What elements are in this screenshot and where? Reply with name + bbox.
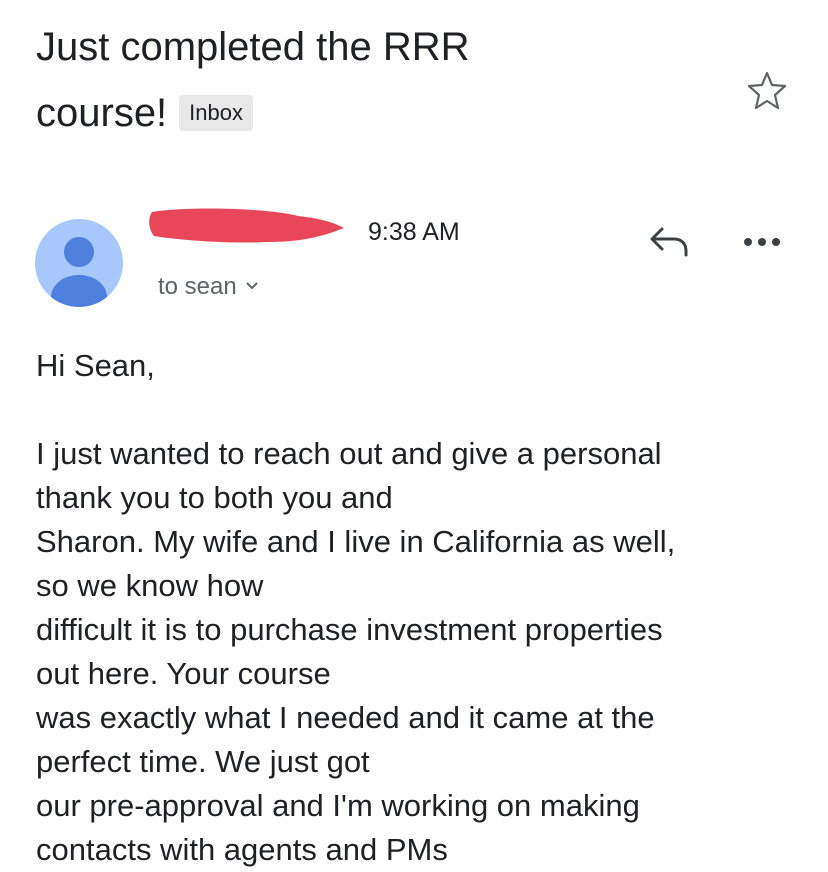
body-line: thank you to both you and [36,480,393,515]
recipient-details-toggle[interactable]: to sean [158,270,259,301]
inbox-label-badge[interactable]: Inbox [179,95,253,131]
email-body: Hi Sean, I just wanted to reach out and … [36,344,821,872]
more-options-icon[interactable] [740,232,784,252]
body-line: contacts with agents and PMs [36,832,448,867]
body-line: was exactly what I needed and it came at… [36,700,655,735]
body-line: our pre-approval and I'm working on maki… [36,788,640,823]
subject-text: Just completed the RRR [36,25,470,69]
default-avatar-icon [51,237,107,307]
subject-text-line2: course! [36,91,168,135]
email-time: 9:38 AM [368,218,460,246]
redacted-sender-name [148,204,348,246]
reply-icon[interactable] [648,223,692,259]
email-subject: Just completed the RRR course! Inbox [36,14,716,146]
body-line: Sharon. My wife and I live in California… [36,524,676,559]
body-line: out here. Your course [36,656,331,691]
star-icon[interactable] [745,68,789,112]
recipient-text: to sean [158,273,237,300]
email-greeting: Hi Sean, [36,348,155,383]
body-line: perfect time. We just got [36,744,370,779]
sender-avatar[interactable] [35,219,123,307]
body-line: I just wanted to reach out and give a pe… [36,436,662,471]
chevron-down-icon [245,270,259,298]
body-line: so we know how [36,568,264,603]
body-line: difficult it is to purchase investment p… [36,612,663,647]
